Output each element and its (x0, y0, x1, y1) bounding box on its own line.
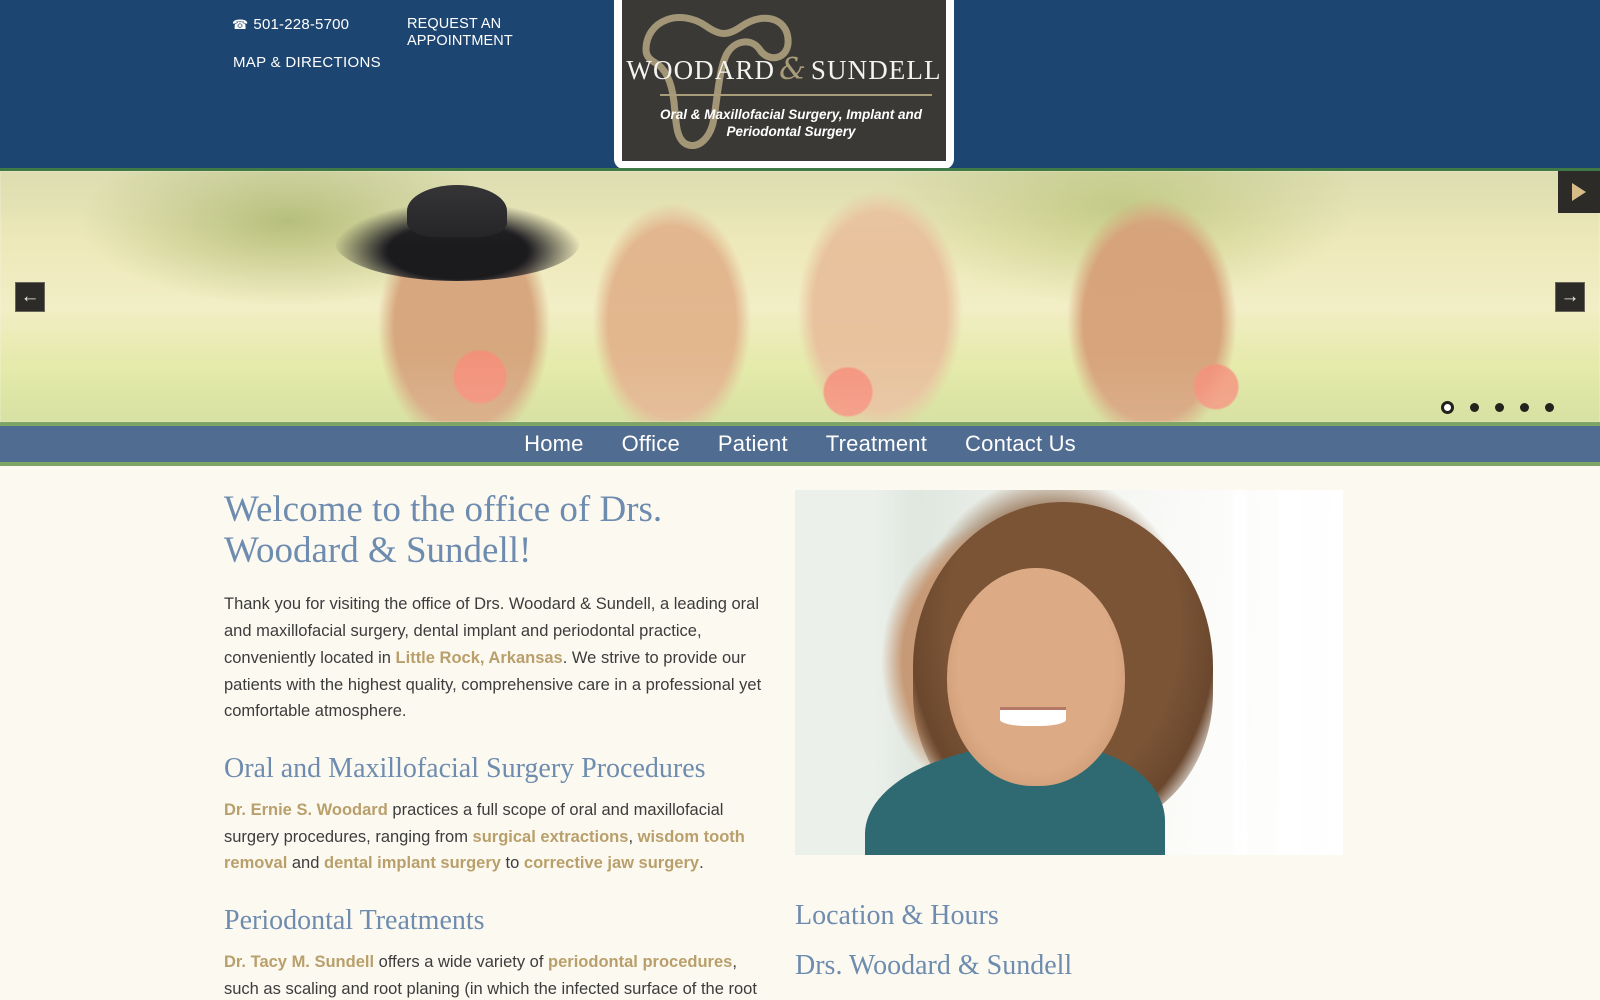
logo-tagline: Oral & Maxillofacial Surgery, Implant an… (646, 106, 936, 141)
hero-hat-decoration (335, 185, 580, 281)
request-appointment-label-line2: APPOINTMENT (407, 33, 513, 50)
nav-item-office[interactable]: Office (618, 431, 684, 457)
phone-number: 501-228-5700 (253, 16, 350, 33)
location-hours-heading: Location & Hours (795, 900, 999, 931)
link-corrective-jaw-surgery[interactable]: corrective jaw surgery (524, 854, 699, 872)
main-navigation: Home Office Patient Treatment Contact Us (0, 422, 1600, 466)
oms-sep-3: to (500, 854, 524, 873)
periodontal-paragraph: Dr. Tacy M. Sundell offers a wide variet… (224, 949, 770, 1000)
logo-divider (660, 94, 932, 96)
link-dr-tacy-sundell[interactable]: Dr. Tacy M. Sundell (224, 953, 374, 971)
logo-wordmark: WOODARD & SUNDELL (622, 52, 946, 87)
top-header: ☎ 501-228-5700 REQUEST AN APPOINTMENT MAP… (0, 0, 1600, 169)
oms-paragraph: Dr. Ernie S. Woodard practices a full sc… (224, 797, 770, 877)
perio-text-1: offers a wide variety of (374, 953, 549, 972)
slider-dot-3[interactable] (1495, 403, 1504, 412)
intro-paragraph: Thank you for visiting the office of Drs… (224, 591, 770, 725)
request-appointment-link[interactable]: REQUEST AN APPOINTMENT (407, 16, 547, 50)
slider-dot-5[interactable] (1545, 403, 1554, 412)
arrow-left-icon: ← (20, 286, 40, 307)
link-periodontal-procedures[interactable]: periodontal procedures (548, 953, 732, 971)
slider-prev-button[interactable]: ← (15, 281, 45, 312)
oms-text-end: . (699, 854, 704, 873)
oms-sep-1: , (628, 827, 638, 846)
logo-name-right: SUNDELL (810, 55, 942, 85)
portrait-window-panel-1 (1279, 490, 1301, 855)
logo-tagline-line1: Oral & Maxillofacial Surgery, Implant an… (659, 107, 923, 122)
logo-tagline-line2: Periodontal Surgery (726, 124, 856, 140)
request-appointment-label-line1: REQUEST AN (407, 16, 502, 32)
slider-dots (1441, 401, 1554, 414)
oms-sep-2: and (287, 854, 324, 873)
link-dr-ernie-woodard[interactable]: Dr. Ernie S. Woodard (224, 801, 388, 819)
portrait-smile (1000, 710, 1066, 726)
hero-image (0, 171, 1600, 422)
logo-ampersand: & (779, 52, 807, 87)
content-left-column: Welcome to the office of Drs. Woodard & … (224, 489, 770, 1000)
logo-inner: WOODARD & SUNDELL Oral & Maxillofacial Sur… (622, 0, 946, 161)
practice-name: Drs. Woodard & Sundell (795, 950, 1073, 981)
nav-item-patient[interactable]: Patient (714, 431, 792, 457)
portrait-image (795, 490, 1343, 855)
hero-slider: ← → (0, 168, 1600, 422)
slider-dot-1[interactable] (1441, 401, 1454, 414)
portrait-face (947, 568, 1125, 786)
periodontal-heading: Periodontal Treatments (224, 905, 485, 937)
page-title: Welcome to the office of Drs. Woodard & … (224, 489, 663, 571)
link-little-rock-arkansas[interactable]: Little Rock, Arkansas (396, 649, 563, 667)
arrow-right-icon: → (1560, 286, 1580, 307)
nav-item-treatment[interactable]: Treatment (822, 431, 931, 457)
logo-name-left: WOODARD (626, 55, 776, 85)
logo[interactable]: WOODARD & SUNDELL Oral & Maxillofacial Sur… (614, 0, 954, 169)
oms-heading: Oral and Maxillofacial Surgery Procedure… (224, 752, 706, 784)
link-dental-implant-surgery[interactable]: dental implant surgery (324, 854, 501, 872)
nav-item-contact-us[interactable]: Contact Us (961, 431, 1080, 457)
link-surgical-extractions[interactable]: surgical extractions (473, 828, 629, 846)
content-right-column: Location & Hours Drs. Woodard & Sundell (795, 490, 1343, 982)
slider-dot-2[interactable] (1470, 403, 1479, 412)
play-icon (1572, 183, 1586, 201)
slider-next-button[interactable]: → (1555, 281, 1585, 312)
slider-play-button[interactable] (1558, 171, 1600, 213)
phone-link[interactable]: ☎ 501-228-5700 (232, 16, 349, 33)
portrait-window-panel-2 (1233, 490, 1247, 855)
phone-icon: ☎ (232, 17, 249, 32)
main-content: Welcome to the office of Drs. Woodard & … (0, 466, 1600, 998)
slider-dot-4[interactable] (1520, 403, 1529, 412)
nav-item-home[interactable]: Home (520, 431, 588, 457)
map-directions-link[interactable]: MAP & DIRECTIONS (233, 54, 381, 71)
